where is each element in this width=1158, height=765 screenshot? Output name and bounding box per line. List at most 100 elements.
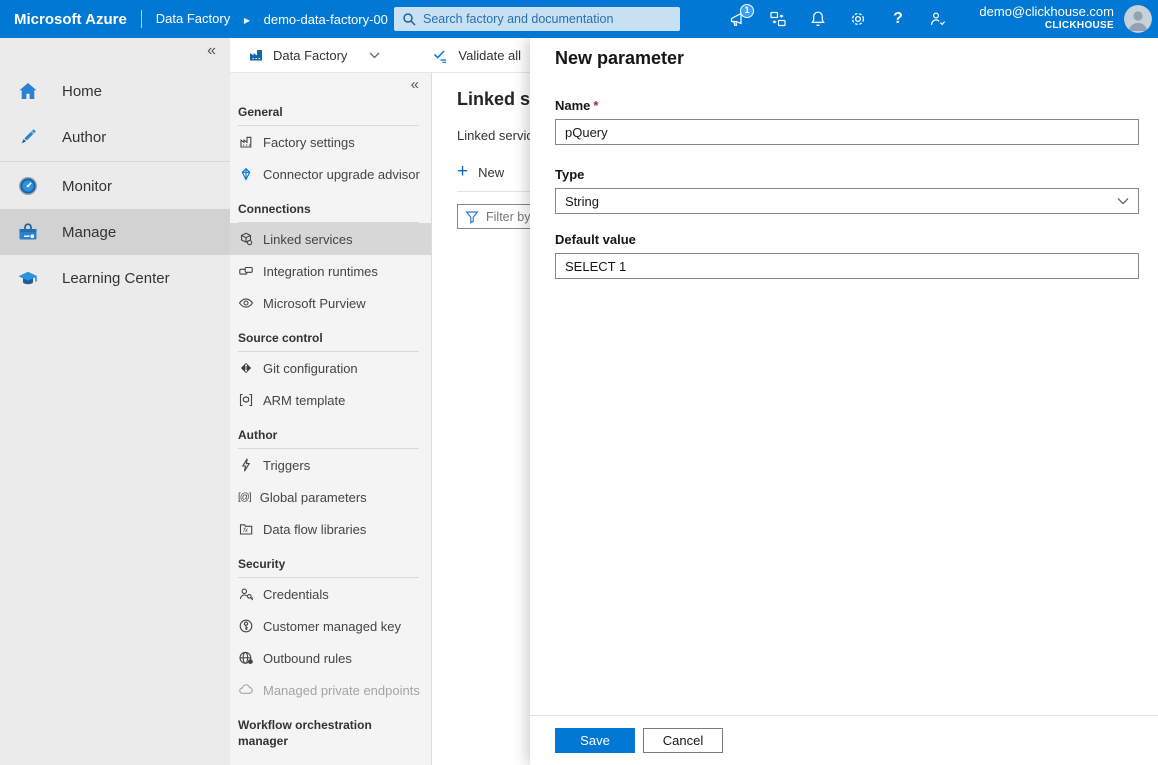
home-icon	[16, 79, 40, 103]
notification-badge: 1	[740, 4, 754, 18]
breadcrumb-app[interactable]: Data Factory	[156, 11, 230, 26]
feedback-icon[interactable]	[928, 9, 948, 29]
pencil-icon	[16, 125, 40, 149]
avatar[interactable]	[1124, 5, 1152, 33]
required-asterisk: *	[593, 98, 598, 113]
breadcrumb: Data Factory ▶ demo-data-factory-00	[156, 11, 412, 27]
factory-icon	[248, 47, 264, 63]
manage-sidebar-collapse-icon[interactable]: «	[411, 76, 419, 93]
azure-top-bar: Microsoft Azure Data Factory ▶ demo-data…	[0, 0, 1158, 38]
account-info[interactable]: demo@clickhouse.com CLICKHOUSE	[979, 4, 1114, 32]
search-input[interactable]	[423, 12, 672, 26]
validate-all-button[interactable]: Validate all	[432, 47, 521, 64]
factory-selector-label: Data Factory	[273, 48, 347, 63]
globe-icon	[238, 650, 254, 666]
toolbox-icon	[16, 220, 40, 244]
notifications-bell-icon[interactable]	[808, 9, 828, 29]
plus-icon: +	[457, 163, 468, 181]
name-field[interactable]	[555, 119, 1139, 145]
svg-text:fx: fx	[243, 528, 249, 534]
section-header-workflow-orchestration-manager: Workflow orchestration manager	[238, 718, 419, 755]
eye-icon	[238, 295, 254, 311]
sidebar-item-label: Author	[62, 129, 106, 146]
sidebar-item-label: Home	[62, 83, 102, 100]
integration-runtimes-icon	[238, 263, 254, 279]
manage-sidebar: « General Factory settings	[230, 73, 432, 765]
cancel-button[interactable]: Cancel	[643, 728, 723, 753]
breadcrumb-arrow-icon: ▶	[244, 16, 250, 25]
breadcrumb-factory-name[interactable]: demo-data-factory-00	[264, 12, 412, 27]
manage-item-credentials[interactable]: Credentials	[230, 578, 431, 610]
switch-resource-icon[interactable]	[768, 9, 788, 29]
sidebar-item-label: Monitor	[62, 178, 112, 195]
microsoft-azure-logo[interactable]: Microsoft Azure	[14, 11, 127, 28]
section-header-general: General	[238, 105, 419, 126]
credentials-icon	[238, 586, 254, 602]
key-icon	[238, 618, 254, 634]
search-icon	[402, 12, 416, 26]
manage-item-factory-settings[interactable]: Factory settings	[230, 126, 431, 158]
section-header-security: Security	[238, 557, 419, 578]
type-selected-value: String	[565, 194, 1117, 209]
cloud-icon	[238, 682, 254, 698]
sidebar-item-monitor[interactable]: Monitor	[0, 163, 230, 209]
new-parameter-panel: New parameter Name* Type String Default …	[530, 38, 1158, 765]
gauge-icon	[16, 174, 40, 198]
type-label: Type	[555, 167, 1139, 182]
manage-item-customer-managed-key[interactable]: Customer managed key	[230, 610, 431, 642]
lightning-icon	[238, 457, 254, 473]
validate-all-label: Validate all	[458, 48, 521, 63]
chevron-down-icon	[1117, 197, 1129, 205]
help-icon[interactable]: ?	[888, 9, 908, 29]
graduation-cap-icon	[16, 266, 40, 290]
sidebar-item-label: Manage	[62, 224, 116, 241]
account-email: demo@clickhouse.com	[979, 4, 1114, 20]
section-header-source-control: Source control	[238, 331, 419, 352]
section-header-author: Author	[238, 428, 419, 449]
factory-selector-chevron-icon[interactable]	[369, 52, 380, 59]
global-parameters-icon: [@]	[238, 492, 251, 503]
type-dropdown[interactable]: String	[555, 188, 1139, 214]
manage-item-git-configuration[interactable]: Git configuration	[230, 352, 431, 384]
save-button[interactable]: Save	[555, 728, 635, 753]
account-company: CLICKHOUSE	[979, 20, 1114, 32]
factory-selector[interactable]: Data Factory	[248, 47, 347, 63]
name-label: Name*	[555, 98, 1139, 113]
manage-item-managed-private-endpoints[interactable]: Managed private endpoints	[230, 674, 431, 706]
manage-item-triggers[interactable]: Triggers	[230, 449, 431, 481]
sidebar-item-author[interactable]: Author	[0, 114, 230, 160]
sidebar-divider	[0, 161, 230, 162]
linked-services-icon	[238, 231, 254, 247]
section-header-connections: Connections	[238, 202, 419, 223]
sidebar-item-manage[interactable]: Manage	[0, 209, 230, 255]
sidebar-item-label: Learning Center	[62, 270, 170, 287]
topbar-icon-group: 1 ?	[728, 0, 948, 38]
default-value-field[interactable]	[555, 253, 1139, 279]
manage-item-linked-services[interactable]: Linked services	[230, 223, 431, 255]
manage-item-connector-upgrade-advisor[interactable]: Connector upgrade advisor	[230, 158, 431, 190]
topbar-divider	[141, 10, 142, 28]
announcements-icon[interactable]: 1	[728, 9, 748, 29]
arm-template-icon	[238, 392, 254, 408]
panel-footer: Save Cancel	[530, 715, 1158, 765]
filter-funnel-icon	[465, 210, 479, 224]
manage-item-outbound-rules[interactable]: Outbound rules	[230, 642, 431, 674]
factory-search-box[interactable]	[394, 7, 680, 31]
manage-item-global-parameters[interactable]: [@] Global parameters	[230, 481, 431, 513]
panel-title: New parameter	[555, 48, 1139, 69]
sidebar-item-learning-center[interactable]: Learning Center	[0, 255, 230, 301]
manage-item-arm-template[interactable]: ARM template	[230, 384, 431, 416]
gem-icon	[238, 166, 254, 182]
default-value-label: Default value	[555, 232, 1139, 247]
manage-item-integration-runtimes[interactable]: Integration runtimes	[230, 255, 431, 287]
settings-gear-icon[interactable]	[848, 9, 868, 29]
git-icon	[238, 360, 254, 376]
data-flow-libraries-icon: fx	[238, 521, 254, 537]
primary-sidebar: « Home Author	[0, 38, 230, 765]
sidebar-item-home[interactable]: Home	[0, 68, 230, 114]
manage-item-microsoft-purview[interactable]: Microsoft Purview	[230, 287, 431, 319]
factory-settings-icon	[238, 134, 254, 150]
validate-check-icon	[432, 47, 449, 64]
sidebar-collapse-icon[interactable]: «	[207, 42, 216, 60]
manage-item-data-flow-libraries[interactable]: fx Data flow libraries	[230, 513, 431, 545]
